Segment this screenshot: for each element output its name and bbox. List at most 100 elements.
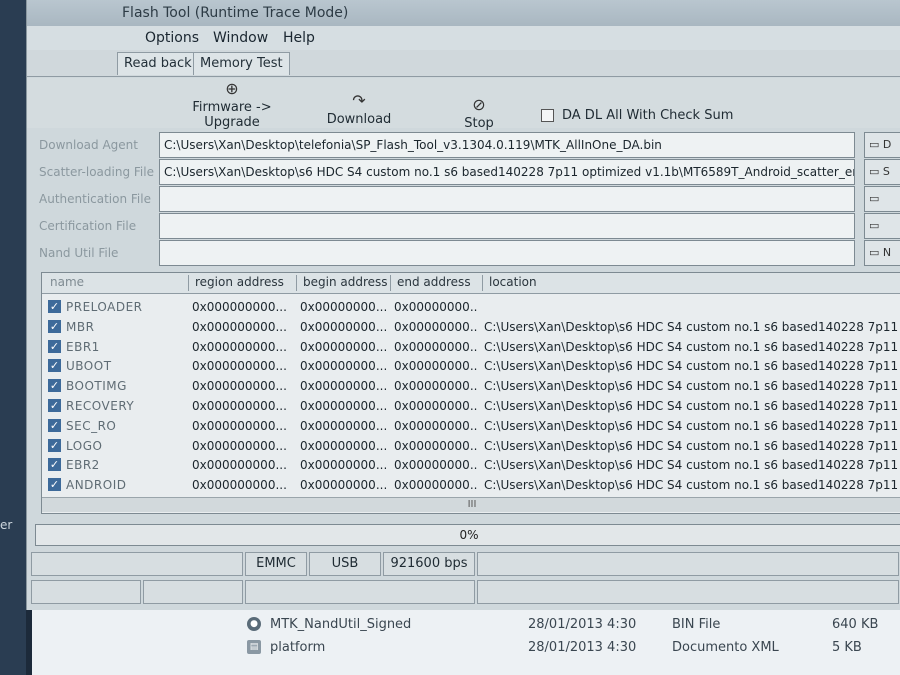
begin-address: 0x00000000...: [300, 319, 386, 334]
scatter-file-button-label: S: [882, 165, 890, 178]
authentication-file-row: Authentication File ▭: [39, 186, 900, 212]
scatter-file-field[interactable]: C:\Users\Xan\Desktop\s6 HDC S4 custom no…: [159, 159, 855, 185]
toolbar: ⊕ Firmware -> Upgrade ↷ Download ⊘ Stop …: [27, 78, 900, 131]
header-end-address[interactable]: end address: [390, 275, 477, 291]
partition-name: EBR2: [66, 458, 100, 473]
certification-file-label: Certification File: [39, 219, 137, 233]
table-row[interactable]: ✓ RECOVERY 0x000000000... 0x00000000... 0x00…: [42, 396, 900, 416]
download-button[interactable]: ↷ Download: [319, 90, 399, 127]
stop-icon: ⊘: [472, 95, 486, 114]
partition-checkbox[interactable]: ✓: [48, 399, 61, 412]
certification-file-field[interactable]: [159, 213, 855, 239]
table-row[interactable]: ✓ SEC_RO 0x000000000... 0x00000000... 0x0000…: [42, 416, 900, 436]
region-address: 0x000000000...: [192, 399, 287, 413]
status2-cell-2: [143, 580, 243, 604]
desktop-left-strip: er: [0, 0, 26, 675]
header-location[interactable]: location: [482, 275, 899, 291]
certification-file-browse-button[interactable]: ▭: [864, 213, 900, 239]
file-row[interactable]: ● MTK_NandUtil_Signed 28/01/2013 4:30 BI…: [32, 614, 900, 636]
partition-location: C:\Users\Xan\Desktop\s6 HDC S4 custom no…: [484, 319, 900, 334]
begin-address: 0x00000000...: [300, 399, 386, 413]
partition-checkbox[interactable]: ✓: [48, 300, 61, 313]
nand-util-file-field[interactable]: [159, 240, 855, 266]
table-row[interactable]: ✓ MBR 0x000000000... 0x00000000... 0x0000000…: [42, 317, 900, 337]
firmware-upgrade-label: Firmware -> Upgrade: [192, 100, 272, 130]
firmware-upgrade-button[interactable]: ⊕ Firmware -> Upgrade: [167, 78, 297, 130]
da-checksum-option[interactable]: DA DL All With Check Sum: [541, 108, 733, 123]
file-row[interactable]: ▤ platform 28/01/2013 4:30 Documento XML…: [32, 637, 900, 659]
file-name: MTK_NandUtil_Signed: [270, 617, 412, 632]
region-address: 0x000000000...: [192, 458, 287, 473]
partition-name: MBR: [66, 319, 95, 334]
partition-name: BOOTIMG: [66, 379, 127, 394]
file-selection-form: Download Agent C:\Users\Xan\Desktop\tele…: [39, 128, 900, 268]
tab-strip: Read back Memory Test: [27, 50, 900, 77]
scatter-file-label: Scatter-loading File: [39, 165, 154, 179]
partition-location: C:\Users\Xan\Desktop\s6 HDC S4 custom no…: [484, 359, 900, 374]
nand-util-file-row: Nand Util File ▭ N: [39, 240, 900, 266]
partition-checkbox[interactable]: ✓: [48, 478, 61, 492]
status-cell-empty: [31, 552, 243, 576]
status-bar-secondary: [27, 578, 900, 604]
folder-icon: ▭: [869, 246, 883, 259]
menu-help[interactable]: Help: [283, 30, 315, 46]
authentication-file-label: Authentication File: [39, 192, 151, 206]
partition-location: C:\Users\Xan\Desktop\s6 HDC S4 custom no…: [484, 399, 900, 413]
status-baud: 921600 bps: [383, 552, 475, 576]
partition-checkbox[interactable]: ✓: [48, 438, 61, 452]
scatter-file-row: Scatter-loading File C:\Users\Xan\Deskto…: [39, 159, 900, 185]
folder-icon: ▭: [869, 138, 883, 151]
scatter-file-browse-button[interactable]: ▭ S: [864, 159, 900, 185]
download-agent-row: Download Agent C:\Users\Xan\Desktop\tele…: [39, 132, 900, 158]
stop-button[interactable]: ⊘ Stop: [459, 94, 499, 131]
tab-memory-test[interactable]: Memory Test: [193, 52, 290, 75]
tab-read-back[interactable]: Read back: [117, 52, 199, 75]
end-address: 0x00000000...: [394, 438, 478, 453]
table-row[interactable]: ✓ PRELOADER 0x000000000... 0x00000000... 0x0…: [42, 297, 900, 317]
partition-name: UBOOT: [66, 359, 112, 374]
authentication-file-field[interactable]: [159, 186, 855, 212]
header-region-address[interactable]: region address: [188, 275, 293, 291]
menu-window[interactable]: Window: [213, 30, 268, 46]
partition-name: EBR1: [66, 339, 100, 354]
file-type: BIN File: [672, 617, 721, 632]
partition-checkbox[interactable]: ✓: [48, 418, 61, 432]
partition-name: PRELOADER: [66, 300, 143, 314]
begin-address: 0x00000000...: [300, 418, 386, 433]
download-agent-field[interactable]: C:\Users\Xan\Desktop\telefonia\SP_Flash_…: [159, 132, 855, 158]
end-address: 0x00000000...: [394, 339, 478, 354]
file-type: Documento XML: [672, 640, 779, 655]
horizontal-scrollbar[interactable]: III: [42, 497, 900, 512]
table-row[interactable]: ✓ BOOTIMG 0x000000000... 0x00000000... 0x000…: [42, 376, 900, 396]
file-explorer-background: ● MTK_NandUtil_Signed 28/01/2013 4:30 BI…: [32, 610, 900, 675]
table-row[interactable]: ✓ LOGO 0x000000000... 0x00000000... 0x000000…: [42, 436, 900, 456]
file-size: 640 KB: [832, 617, 879, 632]
table-row[interactable]: ✓ EBR2 0x000000000... 0x00000000... 0x000000…: [42, 455, 900, 475]
download-agent-browse-button[interactable]: ▭ D: [864, 132, 900, 158]
partition-checkbox[interactable]: ✓: [48, 379, 61, 393]
header-begin-address[interactable]: begin address: [296, 275, 389, 291]
table-row[interactable]: ✓ EBR1 0x000000000... 0x00000000... 0x000000…: [42, 337, 900, 357]
nand-util-file-browse-button[interactable]: ▭ N: [864, 240, 900, 266]
authentication-file-browse-button[interactable]: ▭: [864, 186, 900, 212]
table-row[interactable]: ✓ UBOOT 0x000000000... 0x00000000... 0x00000…: [42, 356, 900, 376]
table-row[interactable]: ✓ ANDROID 0x000000000... 0x00000000... 0x000…: [42, 475, 900, 495]
partition-location: C:\Users\Xan\Desktop\s6 HDC S4 custom no…: [484, 418, 900, 433]
file-name: platform: [270, 640, 326, 655]
region-address: 0x000000000...: [192, 359, 287, 374]
partition-checkbox[interactable]: ✓: [48, 458, 61, 472]
partition-checkbox[interactable]: ✓: [48, 359, 61, 373]
menu-options[interactable]: Options: [145, 30, 199, 46]
partition-name: SEC_RO: [66, 418, 117, 433]
header-name[interactable]: name: [50, 275, 84, 289]
partition-name: ANDROID: [66, 478, 127, 493]
file-date: 28/01/2013 4:30: [528, 640, 637, 655]
da-checksum-checkbox[interactable]: [541, 109, 554, 122]
scrollbar-grip[interactable]: III: [468, 499, 477, 510]
partition-checkbox[interactable]: ✓: [48, 339, 61, 353]
begin-address: 0x00000000...: [300, 458, 386, 473]
partition-checkbox[interactable]: ✓: [48, 319, 61, 333]
region-address: 0x000000000...: [192, 339, 287, 354]
partition-name: RECOVERY: [66, 399, 135, 413]
file-size: 5 KB: [832, 640, 862, 655]
